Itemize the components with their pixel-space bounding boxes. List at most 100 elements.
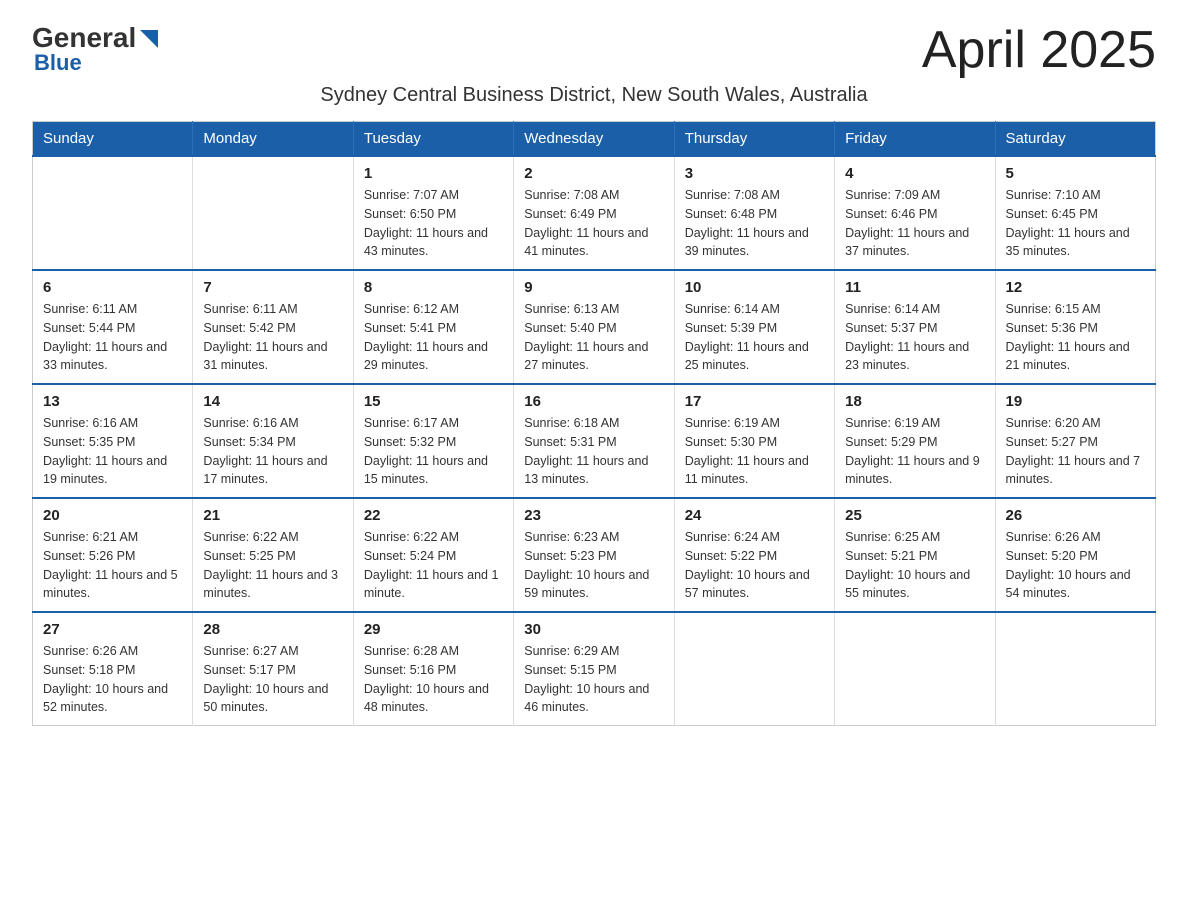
- day-number: 26: [1006, 507, 1145, 524]
- calendar-cell: [193, 156, 353, 270]
- logo-part2: Blue: [32, 50, 82, 76]
- day-number: 4: [845, 165, 984, 182]
- calendar-cell: 9 Sunrise: 6:13 AM Sunset: 5:40 PM Daylig…: [514, 270, 674, 384]
- day-info: Sunrise: 6:20 AM Sunset: 5:27 PM Dayligh…: [1006, 414, 1145, 489]
- calendar-cell: 10 Sunrise: 6:14 AM Sunset: 5:39 PM Dayli…: [674, 270, 834, 384]
- day-number: 8: [364, 279, 503, 296]
- weekday-header-thursday: Thursday: [674, 122, 834, 157]
- day-number: 19: [1006, 393, 1145, 410]
- calendar-cell: 7 Sunrise: 6:11 AM Sunset: 5:42 PM Daylig…: [193, 270, 353, 384]
- day-number: 20: [43, 507, 182, 524]
- calendar-cell: [995, 612, 1155, 726]
- day-number: 11: [845, 279, 984, 296]
- day-number: 1: [364, 165, 503, 182]
- calendar-cell: 15Sunrise: 6:17 AM Sunset: 5:32 PM Dayli…: [353, 384, 513, 498]
- day-info: Sunrise: 6:14 AM Sunset: 5:37 PM Dayligh…: [845, 300, 984, 375]
- calendar-header-row: SundayMondayTuesdayWednesdayThursdayFrid…: [33, 122, 1156, 157]
- day-number: 18: [845, 393, 984, 410]
- day-number: 29: [364, 621, 503, 638]
- day-info: Sunrise: 6:16 AM Sunset: 5:34 PM Dayligh…: [203, 414, 342, 489]
- day-number: 9: [524, 279, 663, 296]
- day-info: Sunrise: 6:19 AM Sunset: 5:30 PM Dayligh…: [685, 414, 824, 489]
- day-info: Sunrise: 6:25 AM Sunset: 5:21 PM Dayligh…: [845, 528, 984, 603]
- calendar-week-1: 1 Sunrise: 7:07 AM Sunset: 6:50 PM Daylig…: [33, 156, 1156, 270]
- logo-part1: General: [32, 24, 136, 52]
- weekday-header-sunday: Sunday: [33, 122, 193, 157]
- weekday-header-tuesday: Tuesday: [353, 122, 513, 157]
- calendar-cell: 29 Sunrise: 6:28 AM Sunset: 5:16 PM Dayli…: [353, 612, 513, 726]
- day-number: 27: [43, 621, 182, 638]
- day-number: 17: [685, 393, 824, 410]
- day-number: 16: [524, 393, 663, 410]
- calendar-cell: [674, 612, 834, 726]
- calendar-cell: 12 Sunrise: 6:15 AM Sunset: 5:36 PM Dayli…: [995, 270, 1155, 384]
- day-number: 14: [203, 393, 342, 410]
- day-info: Sunrise: 6:26 AM Sunset: 5:18 PM Dayligh…: [43, 642, 182, 717]
- calendar-cell: 25 Sunrise: 6:25 AM Sunset: 5:21 PM Dayli…: [835, 498, 995, 612]
- day-info: Sunrise: 7:07 AM Sunset: 6:50 PM Dayligh…: [364, 186, 503, 261]
- calendar-cell: 21Sunrise: 6:22 AM Sunset: 5:25 PM Dayli…: [193, 498, 353, 612]
- day-info: Sunrise: 6:11 AM Sunset: 5:42 PM Dayligh…: [203, 300, 342, 375]
- day-info: Sunrise: 6:15 AM Sunset: 5:36 PM Dayligh…: [1006, 300, 1145, 375]
- calendar-cell: 11 Sunrise: 6:14 AM Sunset: 5:37 PM Dayli…: [835, 270, 995, 384]
- calendar-cell: 2Sunrise: 7:08 AM Sunset: 6:49 PM Daylig…: [514, 156, 674, 270]
- calendar-cell: 24Sunrise: 6:24 AM Sunset: 5:22 PM Dayli…: [674, 498, 834, 612]
- day-info: Sunrise: 6:14 AM Sunset: 5:39 PM Dayligh…: [685, 300, 824, 375]
- day-number: 30: [524, 621, 663, 638]
- calendar-cell: 4 Sunrise: 7:09 AM Sunset: 6:46 PM Daylig…: [835, 156, 995, 270]
- calendar-cell: 26 Sunrise: 6:26 AM Sunset: 5:20 PM Dayli…: [995, 498, 1155, 612]
- calendar-cell: [835, 612, 995, 726]
- day-info: Sunrise: 7:10 AM Sunset: 6:45 PM Dayligh…: [1006, 186, 1145, 261]
- calendar-cell: 28 Sunrise: 6:27 AM Sunset: 5:17 PM Dayli…: [193, 612, 353, 726]
- calendar-week-5: 27 Sunrise: 6:26 AM Sunset: 5:18 PM Dayli…: [33, 612, 1156, 726]
- calendar-week-3: 13 Sunrise: 6:16 AM Sunset: 5:35 PM Dayli…: [33, 384, 1156, 498]
- calendar-cell: 22Sunrise: 6:22 AM Sunset: 5:24 PM Dayli…: [353, 498, 513, 612]
- calendar-table: SundayMondayTuesdayWednesdayThursdayFrid…: [32, 121, 1156, 726]
- calendar-cell: 20 Sunrise: 6:21 AM Sunset: 5:26 PM Dayli…: [33, 498, 193, 612]
- calendar-week-4: 20 Sunrise: 6:21 AM Sunset: 5:26 PM Dayli…: [33, 498, 1156, 612]
- calendar-cell: 27 Sunrise: 6:26 AM Sunset: 5:18 PM Dayli…: [33, 612, 193, 726]
- calendar-cell: 23 Sunrise: 6:23 AM Sunset: 5:23 PM Dayli…: [514, 498, 674, 612]
- weekday-header-saturday: Saturday: [995, 122, 1155, 157]
- day-info: Sunrise: 7:08 AM Sunset: 6:48 PM Dayligh…: [685, 186, 824, 261]
- day-info: Sunrise: 6:22 AM Sunset: 5:24 PM Dayligh…: [364, 528, 503, 603]
- calendar-cell: 6Sunrise: 6:11 AM Sunset: 5:44 PM Daylig…: [33, 270, 193, 384]
- day-number: 21: [203, 507, 342, 524]
- day-number: 6: [43, 279, 182, 296]
- calendar-cell: 13 Sunrise: 6:16 AM Sunset: 5:35 PM Dayli…: [33, 384, 193, 498]
- calendar-cell: 1 Sunrise: 7:07 AM Sunset: 6:50 PM Daylig…: [353, 156, 513, 270]
- day-info: Sunrise: 6:26 AM Sunset: 5:20 PM Dayligh…: [1006, 528, 1145, 603]
- day-number: 28: [203, 621, 342, 638]
- day-number: 3: [685, 165, 824, 182]
- day-info: Sunrise: 6:16 AM Sunset: 5:35 PM Dayligh…: [43, 414, 182, 489]
- calendar-cell: 14 Sunrise: 6:16 AM Sunset: 5:34 PM Dayli…: [193, 384, 353, 498]
- day-number: 15: [364, 393, 503, 410]
- day-info: Sunrise: 6:13 AM Sunset: 5:40 PM Dayligh…: [524, 300, 663, 375]
- day-number: 10: [685, 279, 824, 296]
- calendar-week-2: 6Sunrise: 6:11 AM Sunset: 5:44 PM Daylig…: [33, 270, 1156, 384]
- day-number: 12: [1006, 279, 1145, 296]
- day-info: Sunrise: 6:18 AM Sunset: 5:31 PM Dayligh…: [524, 414, 663, 489]
- header: General Blue April 2025: [32, 24, 1156, 76]
- day-info: Sunrise: 6:29 AM Sunset: 5:15 PM Dayligh…: [524, 642, 663, 717]
- calendar-cell: [33, 156, 193, 270]
- page-title: April 2025: [922, 24, 1156, 76]
- day-number: 25: [845, 507, 984, 524]
- calendar-cell: 30 Sunrise: 6:29 AM Sunset: 5:15 PM Dayli…: [514, 612, 674, 726]
- logo: General Blue: [32, 24, 158, 76]
- calendar-cell: 19 Sunrise: 6:20 AM Sunset: 5:27 PM Dayli…: [995, 384, 1155, 498]
- logo-arrow-icon: [140, 30, 158, 48]
- day-info: Sunrise: 6:27 AM Sunset: 5:17 PM Dayligh…: [203, 642, 342, 717]
- calendar-cell: 18Sunrise: 6:19 AM Sunset: 5:29 PM Dayli…: [835, 384, 995, 498]
- day-number: 7: [203, 279, 342, 296]
- day-number: 5: [1006, 165, 1145, 182]
- day-number: 13: [43, 393, 182, 410]
- day-info: Sunrise: 6:24 AM Sunset: 5:22 PM Dayligh…: [685, 528, 824, 603]
- day-info: Sunrise: 6:21 AM Sunset: 5:26 PM Dayligh…: [43, 528, 182, 603]
- day-info: Sunrise: 6:28 AM Sunset: 5:16 PM Dayligh…: [364, 642, 503, 717]
- day-number: 23: [524, 507, 663, 524]
- day-number: 2: [524, 165, 663, 182]
- day-info: Sunrise: 6:23 AM Sunset: 5:23 PM Dayligh…: [524, 528, 663, 603]
- day-info: Sunrise: 7:09 AM Sunset: 6:46 PM Dayligh…: [845, 186, 984, 261]
- calendar-cell: 5 Sunrise: 7:10 AM Sunset: 6:45 PM Daylig…: [995, 156, 1155, 270]
